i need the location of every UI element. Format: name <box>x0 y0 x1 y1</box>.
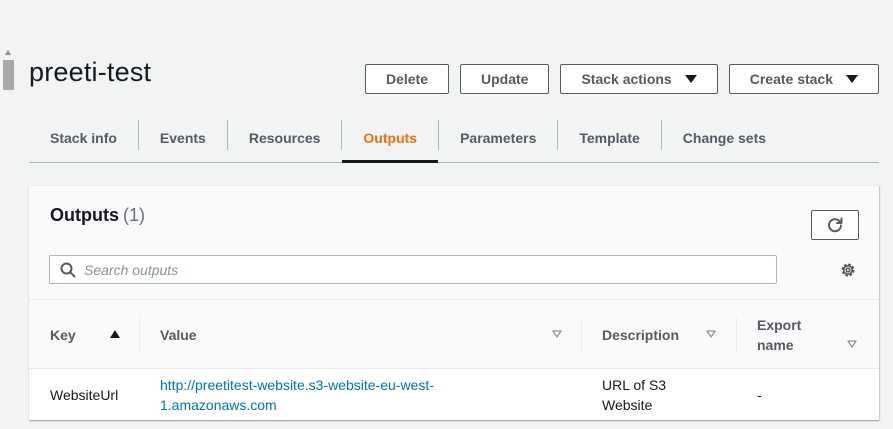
caret-down-icon <box>684 75 697 83</box>
outputs-title: Outputs (1) <box>50 205 145 226</box>
search-input[interactable] <box>84 261 764 278</box>
column-value-label: Value <box>160 326 197 343</box>
column-key-label: Key <box>50 326 76 343</box>
cell-key: WebsiteUrl <box>50 387 119 403</box>
scroll-thumb[interactable] <box>3 60 14 90</box>
page-title: preeti-test <box>29 57 152 87</box>
outputs-table-header: Key Value Description Export name <box>29 300 879 369</box>
gear-icon <box>841 263 855 277</box>
column-header-key[interactable]: Key <box>50 300 76 369</box>
refresh-icon <box>828 217 843 233</box>
column-header-description[interactable]: Description <box>602 300 679 369</box>
sort-none-icon[interactable] <box>847 340 857 348</box>
create-stack-button[interactable]: Create stack <box>728 64 879 94</box>
stack-tabs: Stack info Events Resources Outputs Para… <box>29 114 879 163</box>
table-settings-button[interactable] <box>839 261 857 279</box>
cell-export-name: - <box>757 387 762 403</box>
stack-actions-label: Stack actions <box>581 71 672 87</box>
tab-events[interactable]: Events <box>139 114 227 162</box>
create-stack-label: Create stack <box>749 71 833 87</box>
cell-value: http://preetitest-website.s3-website-eu-… <box>160 375 434 415</box>
sort-ascending-icon[interactable] <box>110 330 120 338</box>
tab-stack-info[interactable]: Stack info <box>29 114 138 162</box>
sort-none-icon[interactable] <box>552 330 562 338</box>
search-outputs-field[interactable] <box>49 255 777 284</box>
column-header-value[interactable]: Value <box>160 300 197 369</box>
tab-template[interactable]: Template <box>558 114 660 162</box>
column-divider <box>736 318 737 353</box>
update-button[interactable]: Update <box>460 64 550 94</box>
tab-parameters[interactable]: Parameters <box>439 114 557 162</box>
search-icon <box>60 262 76 278</box>
table-row: WebsiteUrl http://preetitest-website.s3-… <box>29 369 879 421</box>
outputs-count: (1) <box>123 205 145 225</box>
refresh-button[interactable] <box>811 210 859 240</box>
page-scrollbar[interactable] <box>0 0 18 429</box>
column-divider <box>581 318 582 353</box>
description-line2: Website <box>602 397 653 413</box>
website-url-line2: 1.amazonaws.com <box>160 397 277 413</box>
website-url-link[interactable]: http://preetitest-website.s3-website-eu-… <box>160 377 434 413</box>
column-export-label-line2: name <box>757 336 794 353</box>
website-url-line1: http://preetitest-website.s3-website-eu-… <box>160 377 434 393</box>
sort-none-icon[interactable] <box>706 330 716 338</box>
stack-header-actions: Delete Update Stack actions Create stack <box>364 64 879 94</box>
tab-outputs[interactable]: Outputs <box>342 114 438 163</box>
description-line1: URL of S3 <box>602 377 667 393</box>
scroll-up-arrow-icon[interactable] <box>5 50 11 55</box>
outputs-title-text: Outputs <box>50 205 119 225</box>
column-export-label-line1: Export <box>757 316 802 333</box>
cell-description: URL of S3 Website <box>602 375 666 415</box>
tab-resources[interactable]: Resources <box>228 114 342 162</box>
tab-change-sets[interactable]: Change sets <box>662 114 787 162</box>
column-header-export-name[interactable]: Export name <box>757 300 801 369</box>
column-divider <box>139 318 140 353</box>
outputs-panel-header: Outputs (1) <box>29 186 879 300</box>
caret-down-icon <box>846 75 858 83</box>
column-description-label: Description <box>602 326 680 343</box>
outputs-panel: Outputs(1) Ke <box>29 185 879 420</box>
stack-actions-button[interactable]: Stack actions <box>560 64 718 94</box>
delete-button[interactable]: Delete <box>364 64 449 94</box>
